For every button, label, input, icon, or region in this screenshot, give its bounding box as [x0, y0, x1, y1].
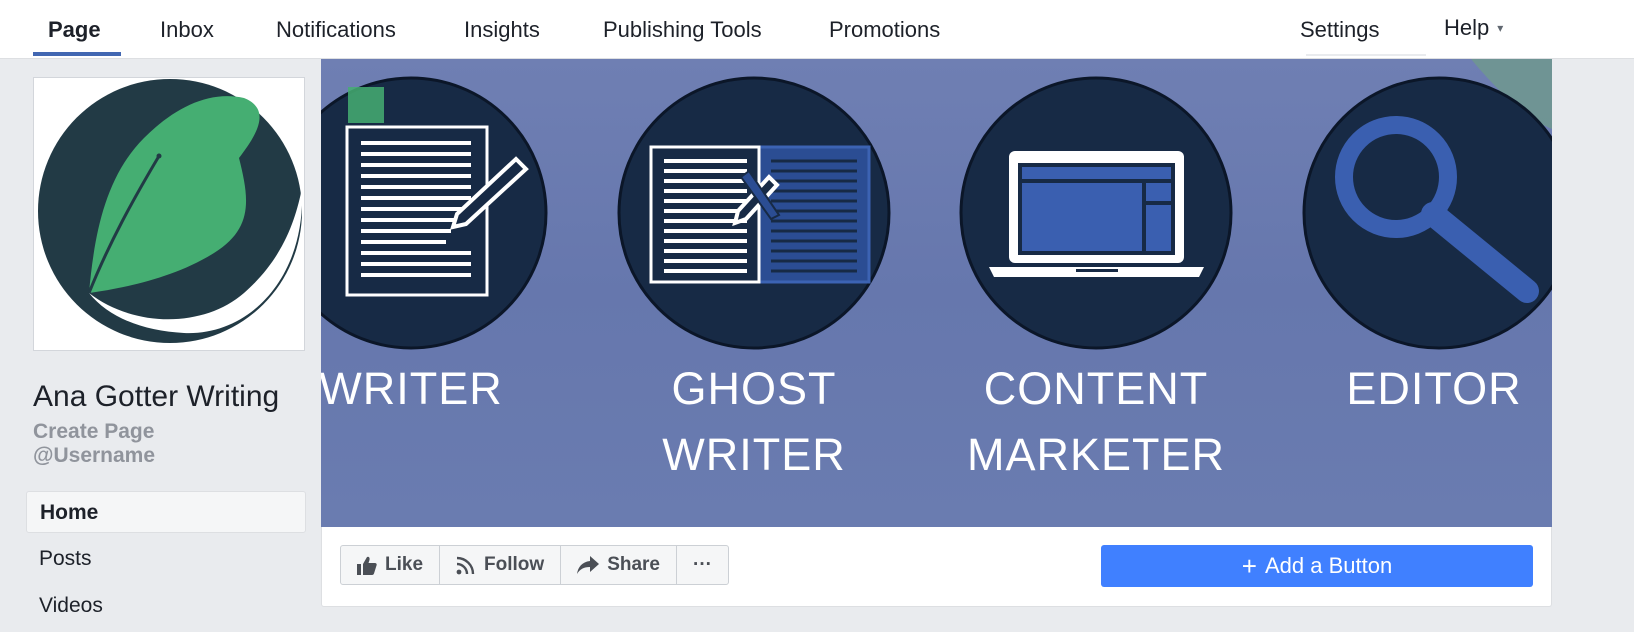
settings-divider: [1306, 54, 1426, 56]
page-actions-group: Like Follow Share ···: [340, 545, 729, 585]
tab-inbox[interactable]: Inbox: [160, 17, 214, 43]
tab-settings[interactable]: Settings: [1300, 17, 1380, 43]
create-username-link[interactable]: Create Page @Username: [33, 420, 293, 468]
document-pen-icon: [321, 76, 548, 350]
sidebar-item-posts[interactable]: Posts: [26, 538, 306, 580]
share-label: Share: [607, 554, 660, 575]
magnifier-icon: [1302, 76, 1552, 350]
sidebar-item-home[interactable]: Home: [26, 491, 306, 533]
help-label: Help: [1444, 15, 1490, 40]
cover-label-line: EDITOR: [1346, 363, 1522, 414]
create-username-line1: Create Page: [33, 420, 155, 443]
share-button[interactable]: Share: [561, 546, 677, 584]
add-button-label: Add a Button: [1264, 553, 1393, 578]
tab-notifications[interactable]: Notifications: [276, 17, 396, 43]
ghostwriter-documents-icon: [617, 76, 891, 350]
chevron-down-icon: ▾: [1497, 21, 1504, 35]
page-side-nav: Home Posts Videos: [26, 491, 306, 632]
camera-icon[interactable]: [252, 310, 290, 336]
tab-page[interactable]: Page: [48, 17, 101, 43]
cover-photo[interactable]: WRITER GHOST WRITER CONTENT MARKETER EDI…: [321, 59, 1552, 527]
cover-label-line: CONTENT: [983, 363, 1209, 414]
cover-label-writer: WRITER: [321, 356, 541, 422]
add-a-button[interactable]: + Add a Button: [1101, 545, 1533, 587]
page-name: Ana Gotter Writing: [33, 380, 280, 413]
page-action-bar: Like Follow Share ··· + Add a Button: [321, 527, 1552, 607]
cover-label-line: WRITER: [321, 363, 503, 414]
more-options-button[interactable]: ···: [677, 546, 728, 584]
rss-icon: [456, 556, 475, 575]
profile-picture[interactable]: [33, 77, 305, 351]
follow-button[interactable]: Follow: [440, 546, 562, 584]
page-top-nav: Page Inbox Notifications Insights Publis…: [0, 0, 1634, 59]
share-arrow-icon: [577, 556, 600, 574]
follow-label: Follow: [484, 554, 545, 575]
active-tab-indicator: [33, 52, 121, 56]
like-button[interactable]: Like: [341, 546, 441, 584]
cover-label-editor: EDITOR: [1304, 356, 1552, 422]
tab-promotions[interactable]: Promotions: [829, 17, 940, 43]
help-menu[interactable]: Help ▾: [1444, 15, 1503, 41]
more-icon: ···: [693, 554, 712, 575]
tab-insights[interactable]: Insights: [464, 17, 540, 43]
plus-icon: +: [1241, 550, 1257, 581]
cover-label-line: MARKETER: [966, 429, 1226, 480]
cover-illustration: [321, 59, 1552, 350]
cover-label-line: WRITER: [662, 429, 846, 480]
cover-label-ghost-writer: GHOST WRITER: [624, 356, 884, 488]
thumbs-up-icon: [357, 556, 377, 575]
cover-label-line: GHOST: [671, 363, 837, 414]
create-username-line2: @Username: [33, 444, 156, 467]
like-label: Like: [385, 554, 424, 575]
laptop-icon: [959, 76, 1233, 350]
tab-publishing-tools[interactable]: Publishing Tools: [603, 17, 762, 43]
cover-label-content-marketer: CONTENT MARKETER: [946, 356, 1246, 488]
sidebar-item-videos[interactable]: Videos: [26, 585, 306, 627]
